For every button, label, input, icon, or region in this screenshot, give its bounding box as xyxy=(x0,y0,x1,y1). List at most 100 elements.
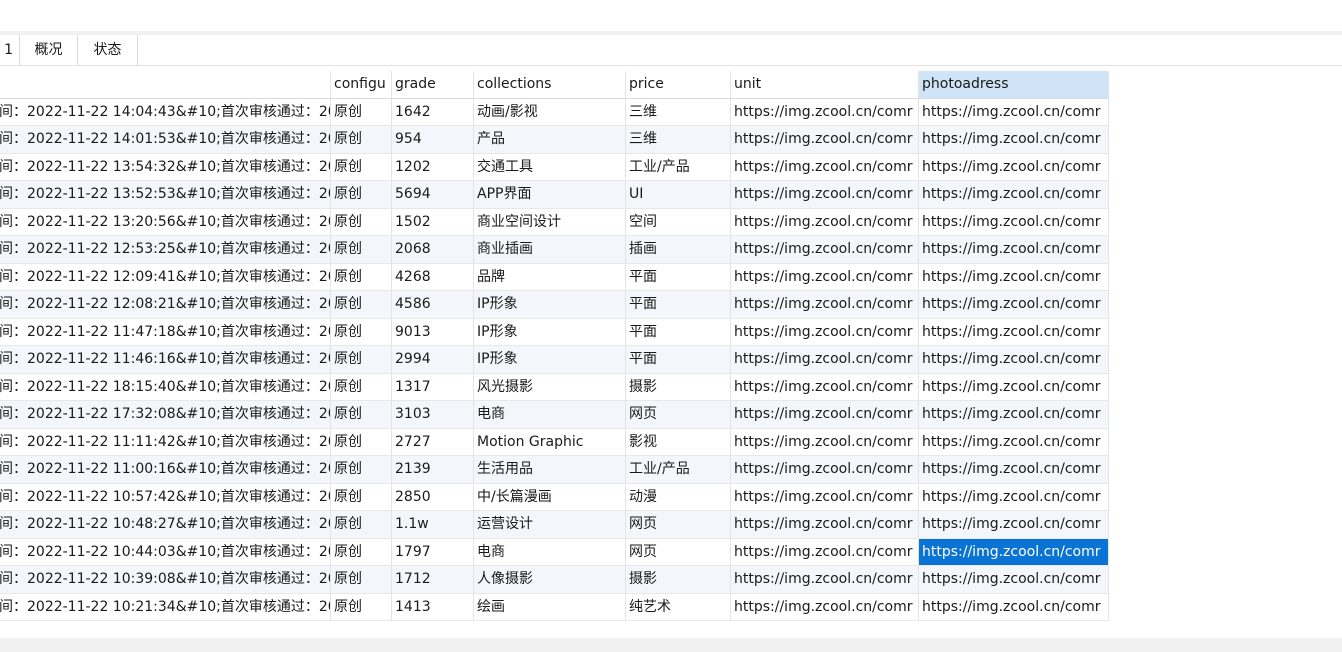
table-cell-collections[interactable]: APP界面 xyxy=(474,181,626,209)
table-cell-price[interactable]: 网页 xyxy=(626,401,731,429)
table-cell-grade[interactable]: 1413 xyxy=(392,593,474,621)
table-cell-time[interactable]: 间：2022-11-22 10:21:34&#10;首次审核通过：20 xyxy=(0,593,331,621)
table-row[interactable]: 间：2022-11-22 10:44:03&#10;首次审核通过：20 原创 179… xyxy=(0,538,1110,566)
table-cell-grade[interactable]: 2994 xyxy=(392,346,474,374)
table-cell-time[interactable]: 间：2022-11-22 12:09:41&#10;首次审核通过：20 xyxy=(0,263,331,291)
table-cell-unit[interactable]: https://img.zcool.cn/comr xyxy=(731,153,919,181)
column-header-grade[interactable]: grade xyxy=(392,71,474,99)
table-cell-grade[interactable]: 954 xyxy=(392,126,474,154)
table-cell-time[interactable]: 间：2022-11-22 13:20:56&#10;首次审核通过：20 xyxy=(0,208,331,236)
table-cell-collections[interactable]: 品牌 xyxy=(474,263,626,291)
column-header-time[interactable] xyxy=(0,71,331,99)
table-cell-unit[interactable]: https://img.zcool.cn/comr xyxy=(731,511,919,539)
table-cell-price[interactable]: 摄影 xyxy=(626,373,731,401)
table-row[interactable]: 间：2022-11-22 11:46:16&#10;首次审核通过：20 原创 299… xyxy=(0,346,1110,374)
table-cell-configu[interactable]: 原创 xyxy=(331,538,392,566)
table-cell-unit[interactable]: https://img.zcool.cn/comr xyxy=(731,236,919,264)
table-cell-collections[interactable]: 商业空间设计 xyxy=(474,208,626,236)
table-cell-price[interactable]: 平面 xyxy=(626,318,731,346)
table-cell-configu[interactable]: 原创 xyxy=(331,318,392,346)
column-header-configu[interactable]: configu xyxy=(331,71,392,99)
table-cell-grade[interactable]: 1502 xyxy=(392,208,474,236)
table-cell-photoadress[interactable]: https://img.zcool.cn/comr xyxy=(919,538,1109,566)
table-cell-grade[interactable]: 1642 xyxy=(392,98,474,126)
table-cell-configu[interactable]: 原创 xyxy=(331,346,392,374)
table-cell-collections[interactable]: 动画/影视 xyxy=(474,98,626,126)
table-cell-configu[interactable]: 原创 xyxy=(331,566,392,594)
table-cell-configu[interactable]: 原创 xyxy=(331,483,392,511)
table-row[interactable]: 间：2022-11-22 14:04:43&#10;首次审核通过：20 原创 164… xyxy=(0,98,1110,126)
table-cell-grade[interactable]: 4268 xyxy=(392,263,474,291)
table-cell-configu[interactable]: 原创 xyxy=(331,456,392,484)
table-cell-configu[interactable]: 原创 xyxy=(331,98,392,126)
table-cell-price[interactable]: 网页 xyxy=(626,511,731,539)
table-cell-price[interactable]: 工业/产品 xyxy=(626,153,731,181)
table-cell-unit[interactable]: https://img.zcool.cn/comr xyxy=(731,291,919,319)
table-cell-photoadress[interactable]: https://img.zcool.cn/comr xyxy=(919,236,1109,264)
column-header-price[interactable]: price xyxy=(626,71,731,99)
table-cell-grade[interactable]: 2068 xyxy=(392,236,474,264)
table-cell-photoadress[interactable]: https://img.zcool.cn/comr xyxy=(919,566,1109,594)
table-row[interactable]: 间：2022-11-22 11:47:18&#10;首次审核通过：20 原创 901… xyxy=(0,318,1110,346)
table-cell-time[interactable]: 间：2022-11-22 18:15:40&#10;首次审核通过：20 xyxy=(0,373,331,401)
table-cell-photoadress[interactable]: https://img.zcool.cn/comr xyxy=(919,346,1109,374)
table-cell-grade[interactable]: 3103 xyxy=(392,401,474,429)
table-cell-collections[interactable]: 中/长篇漫画 xyxy=(474,483,626,511)
table-cell-time[interactable]: 间：2022-11-22 11:00:16&#10;首次审核通过：20 xyxy=(0,456,331,484)
table-row[interactable]: 间：2022-11-22 13:20:56&#10;首次审核通过：20 原创 150… xyxy=(0,208,1110,236)
table-cell-time[interactable]: 间：2022-11-22 13:52:53&#10;首次审核通过：20 xyxy=(0,181,331,209)
table-cell-photoadress[interactable]: https://img.zcool.cn/comr xyxy=(919,181,1109,209)
table-cell-grade[interactable]: 4586 xyxy=(392,291,474,319)
table-cell-unit[interactable]: https://img.zcool.cn/comr xyxy=(731,373,919,401)
table-cell-unit[interactable]: https://img.zcool.cn/comr xyxy=(731,208,919,236)
table-cell-photoadress[interactable]: https://img.zcool.cn/comr xyxy=(919,153,1109,181)
table-cell-price[interactable]: 网页 xyxy=(626,538,731,566)
table-row[interactable]: 间：2022-11-22 18:15:40&#10;首次审核通过：20 原创 131… xyxy=(0,373,1110,401)
table-cell-collections[interactable]: Motion Graphic xyxy=(474,428,626,456)
table-cell-configu[interactable]: 原创 xyxy=(331,126,392,154)
table-row[interactable]: 间：2022-11-22 12:09:41&#10;首次审核通过：20 原创 426… xyxy=(0,263,1110,291)
table-cell-time[interactable]: 间：2022-11-22 13:54:32&#10;首次审核通过：20 xyxy=(0,153,331,181)
table-row[interactable]: 间：2022-11-22 17:32:08&#10;首次审核通过：20 原创 310… xyxy=(0,401,1110,429)
table-cell-grade[interactable]: 1797 xyxy=(392,538,474,566)
table-cell-price[interactable]: 纯艺术 xyxy=(626,593,731,621)
table-cell-grade[interactable]: 1317 xyxy=(392,373,474,401)
table-cell-configu[interactable]: 原创 xyxy=(331,428,392,456)
table-cell-time[interactable]: 间：2022-11-22 11:47:18&#10;首次审核通过：20 xyxy=(0,318,331,346)
table-cell-collections[interactable]: 运营设计 xyxy=(474,511,626,539)
table-cell-grade[interactable]: 5694 xyxy=(392,181,474,209)
table-cell-time[interactable]: 间：2022-11-22 11:11:42&#10;首次审核通过：20 xyxy=(0,428,331,456)
table-cell-price[interactable]: 平面 xyxy=(626,346,731,374)
table-cell-configu[interactable]: 原创 xyxy=(331,153,392,181)
table-row[interactable]: 间：2022-11-22 11:11:42&#10;首次审核通过：20 原创 272… xyxy=(0,428,1110,456)
table-cell-collections[interactable]: 电商 xyxy=(474,538,626,566)
table-cell-unit[interactable]: https://img.zcool.cn/comr xyxy=(731,456,919,484)
table-row[interactable]: 间：2022-11-22 13:54:32&#10;首次审核通过：20 原创 120… xyxy=(0,153,1110,181)
table-cell-price[interactable]: 平面 xyxy=(626,263,731,291)
table-cell-photoadress[interactable]: https://img.zcool.cn/comr xyxy=(919,593,1109,621)
table-cell-configu[interactable]: 原创 xyxy=(331,593,392,621)
table-cell-photoadress[interactable]: https://img.zcool.cn/comr xyxy=(919,428,1109,456)
table-cell-configu[interactable]: 原创 xyxy=(331,373,392,401)
table-cell-photoadress[interactable]: https://img.zcool.cn/comr xyxy=(919,291,1109,319)
table-cell-price[interactable]: 三维 xyxy=(626,98,731,126)
table-row[interactable]: 间：2022-11-22 12:53:25&#10;首次审核通过：20 原创 206… xyxy=(0,236,1110,264)
table-cell-collections[interactable]: 交通工具 xyxy=(474,153,626,181)
table-cell-unit[interactable]: https://img.zcool.cn/comr xyxy=(731,181,919,209)
table-cell-photoadress[interactable]: https://img.zcool.cn/comr xyxy=(919,318,1109,346)
table-cell-time[interactable]: 间：2022-11-22 10:39:08&#10;首次审核通过：20 xyxy=(0,566,331,594)
table-cell-unit[interactable]: https://img.zcool.cn/comr xyxy=(731,263,919,291)
table-row[interactable]: 间：2022-11-22 10:48:27&#10;首次审核通过：20 原创 1.1… xyxy=(0,511,1110,539)
table-cell-unit[interactable]: https://img.zcool.cn/comr xyxy=(731,483,919,511)
table-cell-configu[interactable]: 原创 xyxy=(331,181,392,209)
table-cell-grade[interactable]: 9013 xyxy=(392,318,474,346)
table-row[interactable]: 间：2022-11-22 10:39:08&#10;首次审核通过：20 原创 171… xyxy=(0,566,1110,594)
table-cell-unit[interactable]: https://img.zcool.cn/comr xyxy=(731,566,919,594)
table-cell-price[interactable]: 空间 xyxy=(626,208,731,236)
table-cell-photoadress[interactable]: https://img.zcool.cn/comr xyxy=(919,456,1109,484)
table-cell-collections[interactable]: IP形象 xyxy=(474,291,626,319)
table-cell-price[interactable]: 插画 xyxy=(626,236,731,264)
table-cell-price[interactable]: 平面 xyxy=(626,291,731,319)
column-header-photoadress[interactable]: photoadress xyxy=(919,71,1109,99)
table-cell-photoadress[interactable]: https://img.zcool.cn/comr xyxy=(919,401,1109,429)
